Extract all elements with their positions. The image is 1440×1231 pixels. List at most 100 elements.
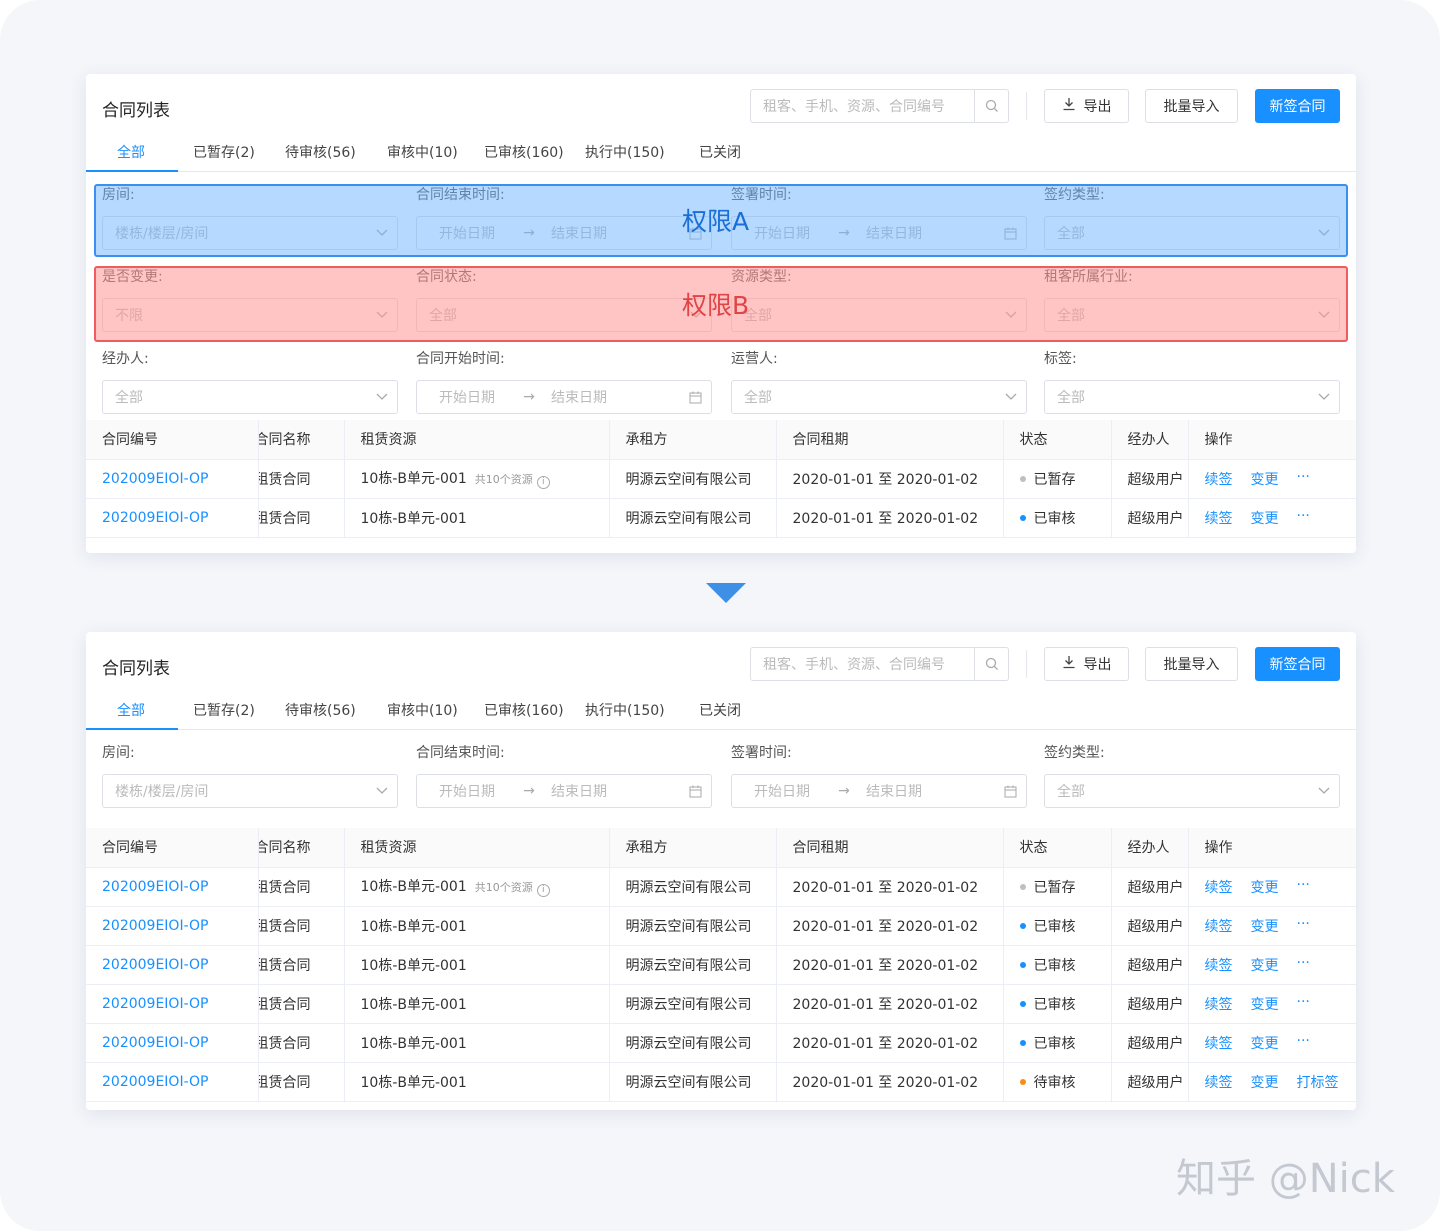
resource-text: 10栋-B单元-001 [360, 471, 467, 487]
contract-no-cell: 202009EIOI-OP [86, 498, 259, 538]
sign-date-range[interactable]: 开始日期 → 结束日期 [731, 216, 1027, 250]
tab-closed[interactable]: 已关闭 [699, 700, 741, 720]
renew-link[interactable]: 续签 [1205, 1033, 1233, 1053]
sign-type-select[interactable]: 全部 [1044, 774, 1340, 808]
tab-approved[interactable]: 已审核(160) [484, 142, 564, 162]
tab-pending[interactable]: 待审核(56) [285, 700, 356, 720]
search-icon[interactable] [974, 90, 1008, 122]
table-row: 202009EIOI-OP 租赁合同 10栋-B单元-001 明源云空间有限公司 202… [86, 498, 1357, 538]
search-input[interactable]: 租客、手机、资源、合同编号 [750, 647, 1009, 681]
actions-cell: 续签 变更 ··· [1188, 984, 1356, 1024]
search-icon[interactable] [974, 648, 1008, 680]
renew-link[interactable]: 续签 [1205, 877, 1233, 897]
tag-select[interactable]: 全部 [1044, 380, 1340, 414]
tab-approved[interactable]: 已审核(160) [484, 700, 564, 720]
new-contract-button[interactable]: 新签合同 [1255, 647, 1340, 681]
sign-type-select[interactable]: 全部 [1044, 216, 1340, 250]
changed-select[interactable]: 不限 [102, 298, 398, 332]
table-row: 202009EIOI-OP 租赁合同 10栋-B单元-001 共10个资源 i 明源云空间… [86, 867, 1356, 907]
end-date-range[interactable]: 开始日期 → 结束日期 [416, 216, 712, 250]
table-row: 202009EIOI-OP 租赁合同 10栋-B单元-001 明源云空间有限公司 202… [86, 1023, 1356, 1063]
renew-link[interactable]: 续签 [1205, 469, 1233, 489]
change-link[interactable]: 变更 [1251, 994, 1279, 1014]
change-link[interactable]: 变更 [1251, 1072, 1279, 1092]
change-link[interactable]: 变更 [1251, 1033, 1279, 1053]
chevron-down-icon [1309, 311, 1339, 319]
date-end-placeholder: 结束日期 [866, 784, 922, 800]
more-icon[interactable]: ··· [1297, 877, 1310, 897]
tab-executing[interactable]: 执行中(150) [585, 142, 665, 162]
panel-header: 合同列表 租客、手机、资源、合同编号 导出 批量导入 新签合同 [86, 632, 1356, 696]
contract-no-link[interactable]: 202009EIOI-OP [102, 1035, 208, 1051]
search-input[interactable]: 租客、手机、资源、合同编号 [750, 89, 1009, 123]
tab-draft[interactable]: 已暂存(2) [193, 700, 255, 720]
info-icon[interactable]: i [536, 476, 550, 489]
tenant-cell: 明源云空间有限公司 [609, 459, 777, 499]
tab-reviewing[interactable]: 审核中(10) [387, 142, 458, 162]
more-icon[interactable]: ··· [1297, 916, 1310, 936]
tab-executing[interactable]: 执行中(150) [585, 700, 665, 720]
col-resource-header: 租赁资源 [344, 420, 610, 460]
resource-type-select[interactable]: 全部 [731, 298, 1027, 332]
tag-link[interactable]: 打标签 [1297, 1072, 1339, 1092]
date-start-placeholder: 开始日期 [754, 784, 810, 800]
contract-no-cell: 202009EIOI-OP [86, 1023, 259, 1063]
status-cell: 已审核 [1003, 1023, 1112, 1063]
more-icon[interactable]: ··· [1297, 1033, 1310, 1053]
tenant-cell: 明源云空间有限公司 [609, 867, 777, 907]
change-link[interactable]: 变更 [1251, 508, 1279, 528]
tab-draft[interactable]: 已暂存(2) [193, 142, 255, 162]
tab-all[interactable]: 全部 [117, 142, 145, 162]
export-button[interactable]: 导出 [1044, 647, 1129, 681]
row-actions: 续签 变更 ··· [1189, 508, 1357, 528]
more-icon[interactable]: ··· [1297, 994, 1310, 1014]
tab-all[interactable]: 全部 [117, 700, 145, 720]
more-icon[interactable]: ··· [1297, 469, 1310, 489]
contract-no-link[interactable]: 202009EIOI-OP [102, 1074, 208, 1090]
status-text: 已审核 [1033, 918, 1076, 935]
change-link[interactable]: 变更 [1251, 877, 1279, 897]
start-date-range[interactable]: 开始日期 → 结束日期 [416, 380, 712, 414]
industry-select[interactable]: 全部 [1044, 298, 1340, 332]
renew-link[interactable]: 续签 [1205, 916, 1233, 936]
contract-name-cell: 租赁合同 [258, 945, 345, 985]
status-text: 已暂存 [1033, 471, 1076, 488]
renew-link[interactable]: 续签 [1205, 1072, 1233, 1092]
more-icon[interactable]: ··· [1297, 508, 1310, 528]
batch-import-button[interactable]: 批量导入 [1145, 647, 1238, 681]
contract-no-link[interactable]: 202009EIOI-OP [102, 510, 208, 526]
table-row: 202009EIOI-OP 租赁合同 10栋-B单元-001 明源云空间有限公司 202… [86, 945, 1356, 985]
contract-no-link[interactable]: 202009EIOI-OP [102, 471, 208, 487]
operator-select[interactable]: 全部 [731, 380, 1027, 414]
col-tenant-header: 承租方 [609, 420, 777, 460]
contract-status-select[interactable]: 全部 [416, 298, 712, 332]
change-link[interactable]: 变更 [1251, 955, 1279, 975]
tab-closed[interactable]: 已关闭 [699, 142, 741, 162]
new-contract-button[interactable]: 新签合同 [1255, 89, 1340, 123]
export-button[interactable]: 导出 [1044, 89, 1129, 123]
more-icon[interactable]: ··· [1297, 955, 1310, 975]
contract-no-link[interactable]: 202009EIOI-OP [102, 918, 208, 934]
page-title: 合同列表 [102, 101, 170, 121]
room-placeholder: 楼栋/楼层/房间 [115, 784, 209, 800]
agent-select[interactable]: 全部 [102, 380, 398, 414]
contract-no-link[interactable]: 202009EIOI-OP [102, 996, 208, 1012]
renew-link[interactable]: 续签 [1205, 994, 1233, 1014]
room-select[interactable]: 楼栋/楼层/房间 [102, 216, 398, 250]
sign-date-range[interactable]: 开始日期 → 结束日期 [731, 774, 1027, 808]
end-date-range[interactable]: 开始日期 → 结束日期 [416, 774, 712, 808]
room-select[interactable]: 楼栋/楼层/房间 [102, 774, 398, 808]
sign-type-label: 签约类型: [1044, 187, 1105, 203]
info-icon[interactable]: i [536, 884, 550, 897]
change-link[interactable]: 变更 [1251, 916, 1279, 936]
tag-value: 全部 [1057, 390, 1085, 406]
calendar-icon [679, 785, 711, 798]
change-link[interactable]: 变更 [1251, 469, 1279, 489]
tab-pending[interactable]: 待审核(56) [285, 142, 356, 162]
contract-no-link[interactable]: 202009EIOI-OP [102, 957, 208, 973]
renew-link[interactable]: 续签 [1205, 508, 1233, 528]
tab-reviewing[interactable]: 审核中(10) [387, 700, 458, 720]
renew-link[interactable]: 续签 [1205, 955, 1233, 975]
contract-no-link[interactable]: 202009EIOI-OP [102, 879, 208, 895]
batch-import-button[interactable]: 批量导入 [1145, 89, 1238, 123]
